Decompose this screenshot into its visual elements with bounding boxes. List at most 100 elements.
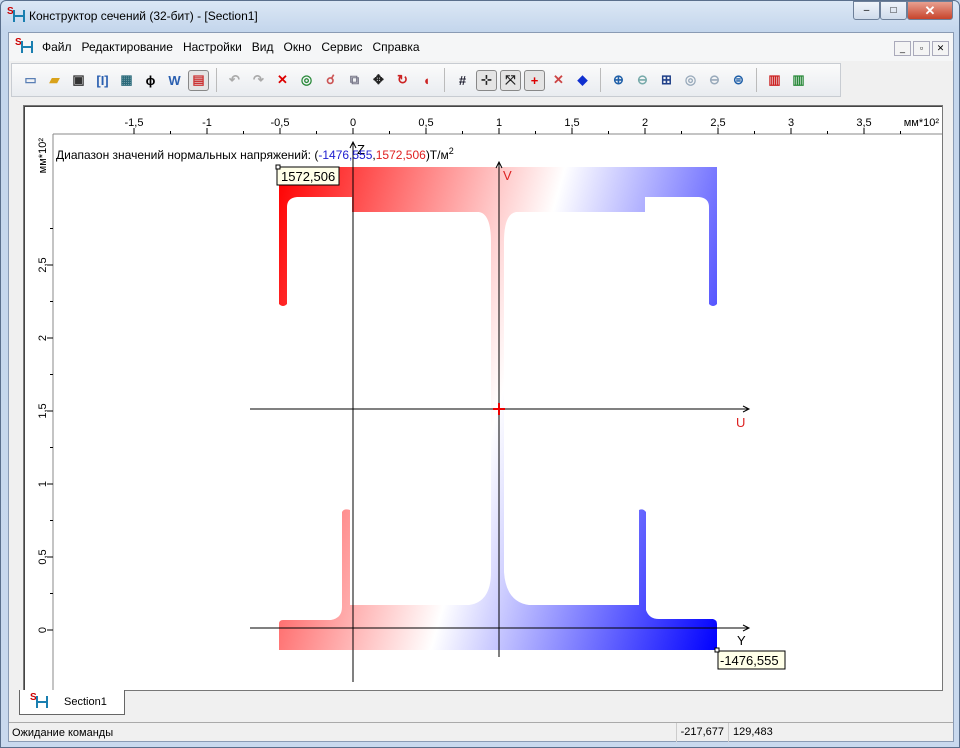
top-ruler-label: -1 (202, 117, 212, 129)
section-report-button[interactable]: ▥ (764, 70, 785, 91)
mdi-close-button[interactable]: ✕ (932, 41, 949, 56)
axes-uv-icon: ⤧ (505, 72, 516, 87)
move-button[interactable]: ✥ (368, 70, 389, 91)
rotate-button[interactable]: ◎ (296, 70, 317, 91)
profile-bracket-button[interactable]: [I] (92, 70, 113, 91)
top-ruler (31, 110, 943, 134)
point-button[interactable]: ◆ (572, 70, 593, 91)
max-stress-label: 1572,506 (281, 169, 335, 184)
zoom-all-button[interactable]: ⊜ (728, 70, 749, 91)
redo-icon: ↷ (253, 72, 264, 87)
client-area: Файл Редактирование Настройки Вид Окно С… (8, 32, 954, 742)
close-button[interactable]: ✕ (907, 1, 953, 20)
zoom-in-icon: ⊕ (613, 72, 624, 87)
minimize-button[interactable]: – (853, 1, 880, 20)
v-axis-label: V (503, 168, 512, 183)
color-map-button[interactable]: ▤ (188, 69, 209, 91)
window-controls: – □ ✕ (853, 1, 953, 20)
top-ruler-label: 1,5 (564, 117, 579, 129)
move-point-button[interactable]: ☌ (320, 70, 341, 91)
color-map-icon: ▤ (192, 72, 205, 87)
principal-axes-button[interactable]: ✕ (548, 70, 569, 91)
menu-bar: Файл Редактирование Настройки Вид Окно С… (9, 33, 953, 61)
top-ruler-label: -0,5 (271, 117, 290, 129)
menu-file[interactable]: Файл (37, 40, 77, 54)
save-button[interactable]: ▣ (68, 70, 89, 91)
top-ruler-label: 3,5 (856, 117, 871, 129)
profile-bracket-icon: [I] (96, 72, 109, 88)
undo-button[interactable]: ↶ (224, 70, 245, 91)
delete-button[interactable]: ✕ (272, 70, 293, 91)
calculator-button[interactable]: ▦ (116, 70, 137, 91)
grid-button[interactable]: # (452, 70, 473, 91)
section-icon (30, 692, 48, 710)
app-icon (7, 6, 25, 24)
menu-view[interactable]: Вид (247, 40, 279, 54)
copy-button[interactable]: ⧉ (344, 70, 365, 91)
rotate-icon: ◎ (300, 72, 313, 87)
move-icon: ✥ (373, 72, 384, 87)
mirror-icon: ◖ (422, 72, 431, 88)
zoom-in-button[interactable]: ⊕ (608, 70, 629, 91)
phi-button[interactable]: ϕ (140, 70, 161, 91)
menu-settings[interactable]: Настройки (178, 40, 247, 54)
mdi-controls: _ ▫ ✕ (894, 41, 949, 56)
document-icon[interactable] (15, 37, 33, 55)
cursor-y: 129,483 (728, 723, 953, 742)
center-cross-button[interactable]: + (524, 69, 545, 91)
principal-axes-icon: ✕ (553, 72, 564, 87)
left-ruler-label: 1,5 (37, 403, 49, 418)
tab-section1[interactable]: Section1 (19, 690, 125, 715)
new-file-icon: ▭ (24, 72, 37, 87)
mirror-button[interactable]: ◖ (416, 70, 437, 91)
center-cross-icon: + (530, 72, 539, 88)
zoom-out-icon: ⊖ (637, 72, 648, 87)
drawing-canvas[interactable]: -1,5 -1 -0,5 0 0,5 1 1,5 2 2,5 3 3,5 мм*10² 0 0,5 1 1,5… (23, 105, 943, 691)
zoom-prev-button[interactable]: ⊖ (704, 70, 725, 91)
menu-service[interactable]: Сервис (316, 40, 367, 54)
menu-help[interactable]: Справка (367, 40, 424, 54)
zoom-out-button[interactable]: ⊖ (632, 70, 653, 91)
redo-button[interactable]: ↷ (248, 70, 269, 91)
calculator-icon: ▦ (120, 72, 133, 87)
menu-window[interactable]: Окно (279, 40, 317, 54)
zoom-fit-button[interactable]: ⊞ (656, 70, 677, 91)
y-axis-label: Y (737, 633, 746, 648)
stress-max-value: 1572,506 (376, 148, 426, 162)
toolbar-separator (444, 68, 445, 92)
open-folder-button[interactable]: ▰ (44, 70, 65, 91)
word-button[interactable]: W (164, 70, 185, 91)
left-ruler-label: 1 (37, 481, 49, 487)
axes-zy-icon: ⊹ (481, 72, 492, 87)
refresh-button[interactable]: ↻ (392, 70, 413, 91)
zoom-all-icon: ⊜ (733, 72, 744, 87)
top-ruler-label: 2 (642, 117, 648, 129)
mdi-restore-button[interactable]: ▫ (913, 41, 930, 56)
left-ruler-label: 0 (37, 627, 49, 633)
move-point-icon: ☌ (326, 72, 335, 87)
copy-icon: ⧉ (349, 72, 360, 87)
section-drawing[interactable]: -1,5 -1 -0,5 0 0,5 1 1,5 2 2,5 3 3,5 мм*10² 0 0,5 1 1,5… (24, 106, 943, 690)
maximize-button[interactable]: □ (880, 1, 907, 20)
left-ruler-label: 0,5 (37, 549, 49, 564)
refresh-icon: ↻ (397, 72, 408, 87)
app-window: Конструктор сечений (32-бит) - [Section1… (0, 0, 960, 748)
delete-icon: ✕ (277, 72, 288, 87)
section-export-button[interactable]: ▥ (788, 70, 809, 91)
left-ruler-unit: мм*10² (37, 138, 49, 174)
menu-edit[interactable]: Редактирование (77, 40, 178, 54)
grid-icon: # (458, 72, 467, 88)
section-report-icon: ▥ (768, 72, 781, 87)
zoom-fit-icon: ⊞ (661, 72, 672, 87)
new-file-button[interactable]: ▭ (20, 70, 41, 91)
zoom-window-button[interactable]: ◎ (680, 70, 701, 91)
axes-uv-button[interactable]: ⤧ (500, 69, 521, 91)
mdi-minimize-button[interactable]: _ (894, 41, 911, 56)
left-ruler (31, 110, 53, 690)
tab-label: Section1 (64, 696, 107, 708)
axes-zy-button[interactable]: ⊹ (476, 69, 497, 91)
toolbar-separator (600, 68, 601, 92)
save-icon: ▣ (72, 72, 85, 87)
cursor-x: -217,677 (675, 723, 728, 742)
open-folder-icon: ▰ (49, 72, 60, 87)
